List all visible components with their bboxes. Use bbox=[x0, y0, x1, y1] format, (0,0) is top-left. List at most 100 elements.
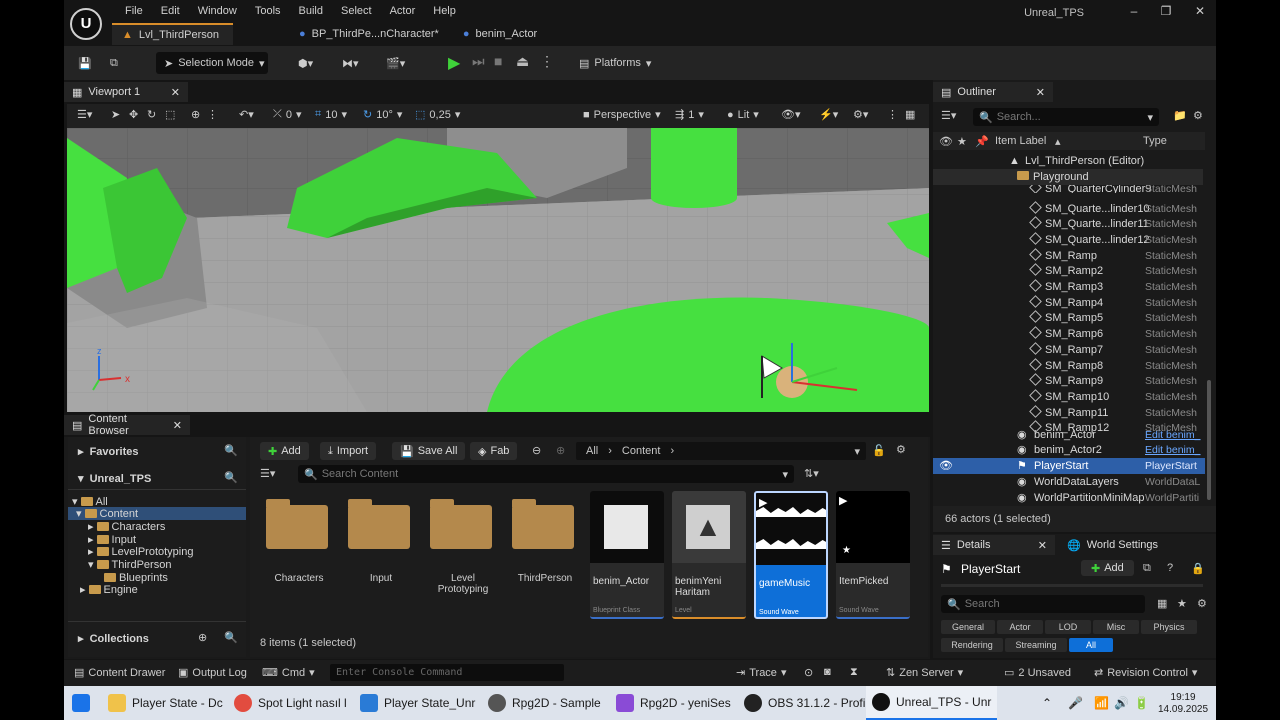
cmd-dropdown[interactable]: ⌨ Cmd ▾ bbox=[262, 666, 315, 680]
tree-item-content[interactable]: ▾ Content bbox=[68, 507, 246, 520]
add-actor-icon[interactable]: ⬢▾ bbox=[298, 52, 313, 74]
settings-gear-icon[interactable]: ⚙ bbox=[1193, 109, 1203, 122]
perspective-dropdown[interactable]: ■ Perspective ▾ bbox=[583, 108, 661, 122]
camera-icon[interactable]: ◙ bbox=[824, 666, 831, 678]
outliner-search-input[interactable]: 🔍 Search... ▾ bbox=[973, 108, 1159, 126]
outliner-row-minimap[interactable]: ◉ WorldPartitionMiniMap WorldPartiti bbox=[933, 490, 1203, 506]
skip-icon[interactable]: ⏭ bbox=[472, 53, 490, 71]
unsaved-button[interactable]: ▭ 2 Unsaved bbox=[1004, 666, 1071, 680]
folder-thirdperson[interactable]: ThirdPerson bbox=[508, 495, 582, 623]
folder-characters[interactable]: Characters bbox=[262, 495, 336, 623]
save-all-button[interactable]: 💾 Save All bbox=[392, 442, 466, 460]
menu-help[interactable]: Help bbox=[424, 5, 465, 17]
tab-details[interactable]: ☰ Details ✕ bbox=[933, 535, 1055, 555]
hourglass-icon[interactable]: ⧗ bbox=[850, 666, 858, 679]
settings-gear-icon[interactable]: ⚙ bbox=[1197, 597, 1207, 610]
taskbar-item-chrome[interactable]: Spot Light nasıl l bbox=[234, 686, 347, 720]
console-command-input[interactable]: Enter Console Command bbox=[330, 664, 564, 681]
more-icon[interactable]: ⋮ bbox=[207, 108, 218, 121]
taskbar-item-unreal[interactable]: Unreal_TPS - Unr bbox=[866, 686, 998, 720]
viewport-menu-icon[interactable]: ☰▾ bbox=[77, 108, 92, 121]
taskbar-item-vs[interactable]: Rpg2D - yeniSes bbox=[616, 686, 731, 720]
column-item-label[interactable]: Item Label bbox=[995, 135, 1046, 147]
tree-item-levelprototyping[interactable]: ▸ LevelPrototyping bbox=[88, 545, 193, 559]
search-icon[interactable]: 🔍 bbox=[224, 471, 238, 484]
new-folder-icon[interactable]: 📁 bbox=[1173, 109, 1187, 122]
asset-game-music[interactable]: ▶ gameMusic Sound Wave bbox=[754, 491, 828, 619]
column-type[interactable]: Type bbox=[1143, 135, 1167, 147]
project-header[interactable]: ▾ Unreal_TPS bbox=[78, 472, 151, 486]
menu-build[interactable]: Build bbox=[290, 5, 332, 17]
outliner-row[interactable]: SM_Quarte...linder10 StaticMesh bbox=[933, 200, 1203, 217]
outliner-row[interactable]: SM_Ramp7 StaticMesh bbox=[933, 341, 1203, 358]
grid-snap[interactable]: ⌗ 10 ▾ bbox=[315, 108, 347, 121]
outliner-row-world-data-layers[interactable]: ◉ WorldDataLayers WorldDataL bbox=[933, 474, 1203, 490]
world-local-icon[interactable]: ⊕ bbox=[191, 108, 200, 121]
fab-button[interactable]: ◈ Fab bbox=[470, 442, 518, 460]
clock[interactable]: 19:19 14.09.2025 bbox=[1158, 686, 1208, 720]
outliner-row-benim-actor2[interactable]: ◉ benim_Actor2 Edit benim_ bbox=[933, 442, 1203, 458]
menu-window[interactable]: Window bbox=[189, 5, 246, 17]
trace-dropdown[interactable]: ⇥ Trace ▾ bbox=[736, 666, 786, 680]
camera-speed[interactable]: ⇶ 1 ▾ bbox=[675, 108, 704, 122]
add-component-button[interactable]: ✚ Add bbox=[1081, 560, 1134, 576]
tree-item-engine[interactable]: ▸ Engine bbox=[80, 583, 138, 597]
tree-item-characters[interactable]: ▸ Characters bbox=[88, 520, 165, 534]
folder-levelprototyping[interactable]: Level Prototyping bbox=[426, 495, 500, 623]
outliner-row[interactable]: SM_Quarte...linder12 StaticMesh bbox=[933, 232, 1203, 248]
revision-control-dropdown[interactable]: ⇄ Revision Control ▾ bbox=[1094, 666, 1197, 680]
outliner-row[interactable]: SM_QuarterCylinder9 StaticMesh bbox=[933, 185, 1203, 193]
filter-actor[interactable]: Actor bbox=[997, 620, 1043, 634]
close-window-icon[interactable]: ✕ bbox=[1190, 4, 1210, 18]
sort-icon[interactable]: ⇅▾ bbox=[804, 467, 819, 480]
unreal-logo-icon[interactable]: U bbox=[70, 8, 102, 40]
outliner-row[interactable]: SM_Ramp11 StaticMesh bbox=[933, 404, 1203, 421]
pin-icon[interactable]: 📌 bbox=[975, 135, 989, 148]
settings-gear-icon[interactable]: ⚙ bbox=[896, 443, 906, 456]
angle-snap[interactable]: ↻ 10° ▾ bbox=[363, 108, 402, 122]
collections-header[interactable]: ▸ Collections bbox=[78, 632, 149, 646]
close-tab-icon[interactable]: ✕ bbox=[173, 419, 182, 432]
close-tab-icon[interactable]: ✕ bbox=[1038, 539, 1047, 552]
tree-item-thirdperson[interactable]: ▾ ThirdPerson bbox=[88, 558, 171, 572]
play-icon[interactable]: ▶ bbox=[839, 494, 847, 507]
layout-icon[interactable]: ▦ bbox=[905, 108, 915, 121]
stop-icon[interactable]: ■ bbox=[494, 53, 512, 71]
taskbar-item-explorer[interactable]: Player State - Dc bbox=[108, 686, 223, 720]
folder-input[interactable]: Input bbox=[344, 495, 418, 623]
filter-lod[interactable]: LOD bbox=[1045, 620, 1091, 634]
play-icon[interactable]: ▶ bbox=[448, 53, 466, 72]
outliner-scrollbar[interactable] bbox=[1207, 380, 1211, 500]
table-view-icon[interactable]: ▦ bbox=[1157, 597, 1167, 610]
outliner-row[interactable]: SM_Quarte...linder11 StaticMesh bbox=[933, 216, 1203, 232]
filter-icon[interactable]: ☰▾ bbox=[941, 109, 956, 122]
taskbar-item-obs[interactable]: OBS 31.1.2 - Profi bbox=[744, 686, 865, 720]
cinematics-icon[interactable]: 🎬▾ bbox=[386, 52, 405, 74]
visibility-icon[interactable]: 👁 bbox=[939, 459, 953, 472]
asset-benim-yeni-haritam[interactable]: ▲ benimYeni Haritam Level bbox=[672, 491, 746, 619]
select-tool-icon[interactable]: ➤ bbox=[111, 108, 120, 121]
close-tab-icon[interactable]: ✕ bbox=[1036, 86, 1045, 99]
move-tool-icon[interactable]: ✥ bbox=[129, 108, 138, 121]
row-type-link[interactable]: Edit benim_ bbox=[1145, 444, 1201, 456]
microphone-icon[interactable]: 🎤 bbox=[1068, 686, 1083, 720]
forward-icon[interactable]: ⊕ bbox=[556, 444, 565, 457]
source-control-icon[interactable]: ⧉ bbox=[110, 52, 118, 74]
record-icon[interactable]: ⊙ bbox=[804, 666, 813, 679]
close-tab-icon[interactable]: ✕ bbox=[171, 86, 180, 99]
view-mode-dropdown[interactable]: ● Lit ▾ bbox=[727, 108, 759, 122]
snap-toggle[interactable]: ⤫ 0 ▾ bbox=[273, 108, 301, 121]
tab-outliner[interactable]: ▤ Outliner ✕ bbox=[933, 82, 1053, 102]
filter-streaming[interactable]: Streaming bbox=[1005, 638, 1067, 652]
menu-actor[interactable]: Actor bbox=[381, 5, 425, 17]
blueprint-icon[interactable]: ⧉ bbox=[1143, 562, 1151, 575]
breadcrumb-all[interactable]: All bbox=[586, 445, 598, 457]
add-collection-icon[interactable]: ⊕ bbox=[198, 631, 207, 644]
search-icon[interactable]: 🔍 bbox=[224, 631, 238, 644]
settings-gear-icon[interactable]: ⚙▾ bbox=[853, 108, 868, 121]
outliner-row[interactable]: SM_Ramp4 StaticMesh bbox=[933, 294, 1203, 311]
filter-rendering[interactable]: Rendering bbox=[941, 638, 1003, 652]
tab-benim-actor[interactable]: ● benim_Actor bbox=[453, 23, 551, 45]
outliner-row[interactable]: SM_Ramp9 StaticMesh bbox=[933, 373, 1203, 389]
more-icon[interactable]: ⋮ bbox=[887, 108, 898, 121]
